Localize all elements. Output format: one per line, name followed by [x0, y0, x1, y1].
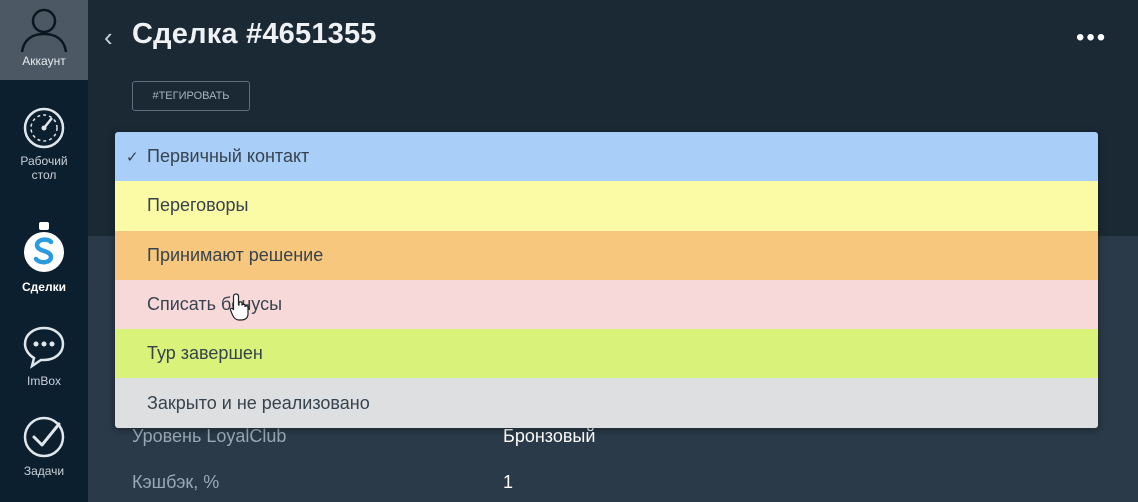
account-label: Аккаунт: [22, 54, 66, 68]
more-options-icon[interactable]: •••: [1076, 24, 1107, 52]
tag-button[interactable]: #ТЕГИРОВАТЬ: [132, 81, 250, 111]
dashboard-icon: [23, 107, 65, 149]
status-option-closed-lost[interactable]: Закрыто и не реализовано: [115, 378, 1098, 428]
hand-cursor-icon: [229, 293, 249, 321]
nav-item-tasks[interactable]: Задачи: [0, 414, 88, 478]
nav-label-deals: Сделки: [22, 280, 66, 294]
nav-item-dashboard[interactable]: Рабочий стол: [0, 106, 88, 182]
info-label-cashback: Кэшбэк, %: [132, 472, 220, 492]
status-option-deciding[interactable]: Принимают решение: [115, 230, 1098, 280]
nav-item-imbox[interactable]: ImBox: [0, 324, 88, 388]
info-label-loyalclub: Уровень LoyalClub: [132, 426, 287, 446]
back-chevron-icon[interactable]: ‹: [104, 22, 113, 53]
status-option-label: Тур завершен: [147, 343, 263, 364]
nav-label-dashboard: Рабочий стол: [20, 154, 68, 182]
account-avatar-icon: [20, 8, 68, 53]
status-option-tour-completed[interactable]: Тур завершен: [115, 329, 1098, 379]
check-icon: ✓: [126, 148, 139, 166]
chat-icon: [23, 326, 65, 369]
status-option-label: Первичный контакт: [147, 146, 310, 167]
page-title: Сделка #4651355: [132, 18, 377, 50]
status-dropdown: ✓ Первичный контакт Переговоры Принимают…: [115, 132, 1098, 428]
tasks-icon: [23, 416, 65, 458]
status-option-label: Списать бонусы: [147, 294, 283, 315]
nav-label-imbox: ImBox: [26, 374, 61, 388]
left-sidebar: Аккаунт Рабочий стол Сделки ImBox Задачи: [0, 0, 88, 502]
info-value-cashback: 1: [503, 472, 514, 492]
nav-item-deals[interactable]: Сделки: [0, 220, 88, 294]
status-option-label: Переговоры: [147, 195, 249, 216]
deals-icon: [24, 222, 64, 272]
status-option-primary-contact[interactable]: ✓ Первичный контакт: [115, 132, 1098, 182]
status-option-negotiations[interactable]: Переговоры: [115, 181, 1098, 231]
account-button[interactable]: Аккаунт: [0, 0, 88, 80]
status-option-label: Закрыто и не реализовано: [147, 392, 370, 413]
status-option-write-off-bonuses[interactable]: Списать бонусы: [115, 279, 1098, 330]
nav-label-tasks: Задачи: [23, 464, 65, 478]
status-option-label: Принимают решение: [147, 244, 324, 265]
info-value-loyalclub: Бронзовый: [503, 426, 596, 446]
